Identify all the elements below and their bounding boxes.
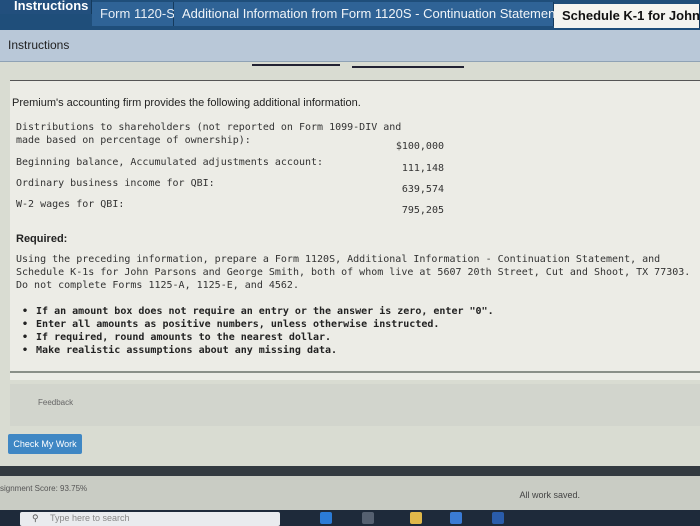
- os-taskbar: ⚲ Type here to search: [0, 510, 700, 526]
- instruction-bullets: If an amount box does not require an ent…: [36, 305, 494, 357]
- edge-browser-icon[interactable]: [320, 512, 332, 524]
- feedback-panel: Feedback: [10, 384, 700, 426]
- header-underline-right: [352, 66, 464, 68]
- bullet-item: If required, round amounts to the neares…: [36, 331, 494, 344]
- app-icon[interactable]: [362, 512, 374, 524]
- section-header-bar: Instructions: [0, 30, 700, 62]
- tab-instructions[interactable]: Instructions: [0, 0, 92, 14]
- taskbar-search-placeholder: Type here to search: [50, 513, 130, 523]
- bullet-item: Enter all amounts as positive numbers, u…: [36, 318, 494, 331]
- required-text: Using the preceding information, prepare…: [16, 254, 691, 291]
- word-icon[interactable]: [492, 512, 504, 524]
- tab-form-1120s[interactable]: Form 1120-S: [92, 2, 175, 26]
- footer-divider-bar: [0, 466, 700, 476]
- row-label-distributions-1: Distributions to shareholders (not repor…: [16, 122, 402, 133]
- row-value-w2-wages: 795,205: [401, 205, 444, 216]
- feedback-label: Feedback: [38, 398, 74, 407]
- required-heading: Required:: [16, 233, 68, 245]
- intro-text: Premium's accounting firm provides the f…: [12, 97, 361, 109]
- taskbar-search-box[interactable]: ⚲ Type here to search: [20, 512, 280, 526]
- tab-schedule-k1-john[interactable]: Schedule K-1 for John P: [554, 4, 700, 28]
- search-icon: ⚲: [32, 513, 39, 523]
- instructions-panel: Premium's accounting firm provides the f…: [10, 80, 700, 380]
- store-icon[interactable]: [450, 512, 462, 524]
- row-label-beginning-balance: Beginning balance, Accumulated adjustmen…: [16, 157, 324, 168]
- header-underline-left: [252, 64, 340, 66]
- bullet-item: If an amount box does not require an ent…: [36, 305, 494, 318]
- file-explorer-icon[interactable]: [410, 512, 422, 524]
- row-value-ordinary-income: 639,574: [401, 184, 444, 195]
- row-label-ordinary-income: Ordinary business income for QBI:: [16, 178, 215, 189]
- content-divider: [10, 371, 700, 373]
- check-my-work-button[interactable]: Check My Work: [8, 434, 82, 454]
- row-label-distributions-2: made based on percentage of ownership):: [16, 135, 251, 146]
- save-status: All work saved.: [519, 490, 580, 500]
- section-header-label: Instructions: [8, 38, 70, 52]
- score-bar: signment Score: 93.75% All work saved.: [0, 476, 700, 510]
- tab-bar: Instructions Form 1120-S Additional Info…: [0, 0, 700, 30]
- row-value-distributions: $100,000: [395, 141, 444, 152]
- bullet-item: Make realistic assumptions about any mis…: [36, 344, 494, 357]
- assignment-score: signment Score: 93.75%: [0, 484, 88, 493]
- row-label-w2-wages: W-2 wages for QBI:: [16, 199, 125, 210]
- row-value-beginning-balance: 111,148: [401, 163, 444, 174]
- tab-additional-information[interactable]: Additional Information from Form 1120S -…: [174, 2, 559, 26]
